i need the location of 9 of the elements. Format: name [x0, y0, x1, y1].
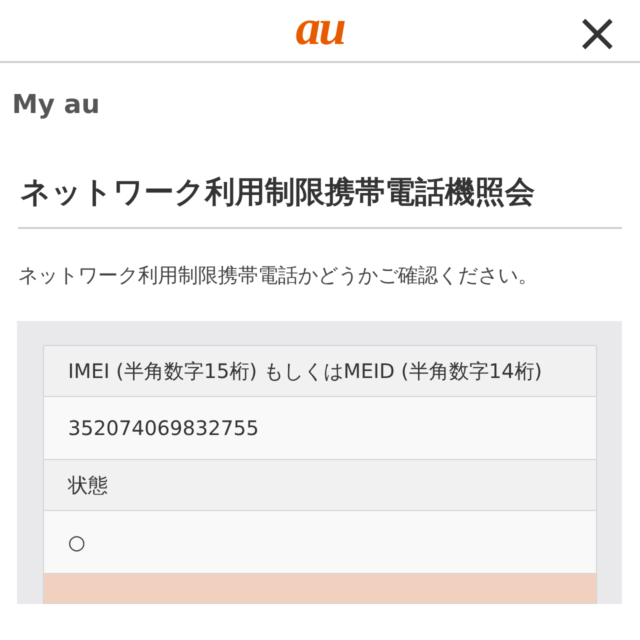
breadcrumb: My au — [12, 89, 100, 121]
description-text: ネットワーク利用制限携帯電話かどうかご確認ください。 — [18, 262, 538, 289]
au-logo: au — [296, 2, 344, 52]
page-title: ネットワーク利用制限携帯電話機照会 — [20, 174, 535, 212]
close-button[interactable]: × — [574, 6, 620, 60]
field-label: IMEI (半角数字15桁) もしくはMEID (半角数字14桁) — [44, 346, 596, 397]
field-value: ○ — [44, 511, 596, 574]
field-value: 352074069832755 — [44, 397, 596, 460]
field-label: 状態 — [44, 460, 596, 511]
